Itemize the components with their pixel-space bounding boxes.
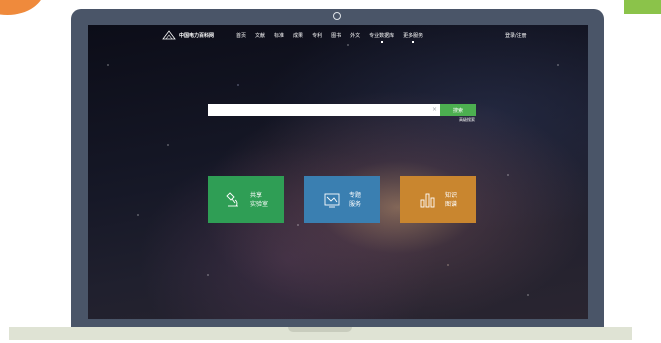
bar-chart-icon (420, 193, 435, 207)
microscope-icon (226, 191, 238, 206)
tile-topic-service[interactable]: 专题 服务 (304, 176, 380, 223)
decorative-green-bar (624, 0, 661, 14)
tile-shared-lab[interactable]: 共享 实验室 (208, 176, 284, 223)
nav-item-more-services[interactable]: 更多服务 (403, 32, 423, 43)
tile-topic-service-label: 专题 服务 (349, 191, 361, 209)
tile-knowledge-graph-line1: 知识 (444, 191, 457, 199)
main-nav: 首页 文献 标准 成果 专利 图书 外文 专业数据库 更多服务 (236, 32, 423, 43)
tile-shared-lab-label: 共享 实验室 (250, 191, 268, 209)
search-button[interactable]: 搜索 (440, 104, 476, 116)
laptop-base (9, 327, 632, 340)
tile-topic-service-line2: 服务 (348, 200, 361, 208)
login-register-link[interactable]: 登录/注册 (505, 32, 527, 39)
top-navbar: 中国电力百科网 首页 文献 标准 成果 专利 图书 外文 专业数据库 更多服务 … (88, 25, 588, 47)
nav-item-books[interactable]: 图书 (331, 32, 341, 43)
starfield-background (88, 25, 588, 319)
tile-knowledge-graph-label: 知识 图谱 (445, 191, 457, 209)
tile-knowledge-graph-line2: 图谱 (444, 200, 457, 208)
nav-item-standards[interactable]: 标准 (274, 32, 284, 43)
tile-topic-service-line1: 专题 (348, 191, 361, 199)
nav-item-databases[interactable]: 专业数据库 (369, 32, 394, 43)
tile-knowledge-graph[interactable]: 知识 图谱 (400, 176, 476, 223)
tile-shared-lab-line1: 共享 (249, 191, 262, 199)
site-logo[interactable]: 中国电力百科网 (162, 29, 214, 41)
tile-shared-lab-line2: 实验室 (249, 200, 268, 208)
laptop-base-groove (288, 327, 352, 332)
logo-icon (162, 30, 176, 40)
chart-board-icon (324, 193, 340, 207)
nav-item-achievements[interactable]: 成果 (293, 32, 303, 43)
camera-icon (333, 12, 341, 20)
nav-item-patents[interactable]: 专利 (312, 32, 322, 43)
logo-text: 中国电力百科网 (179, 32, 215, 39)
nav-item-literature[interactable]: 文献 (255, 32, 265, 43)
nav-item-home[interactable]: 首页 (236, 32, 246, 43)
advanced-search-link[interactable]: 高级搜索 (459, 117, 475, 123)
close-icon[interactable]: × (432, 104, 437, 116)
search-input[interactable] (208, 104, 440, 116)
decorative-orange-shape (0, 0, 45, 15)
website-screen: 中国电力百科网 首页 文献 标准 成果 专利 图书 外文 专业数据库 更多服务 … (88, 25, 588, 319)
nav-item-foreign[interactable]: 外文 (350, 32, 360, 43)
